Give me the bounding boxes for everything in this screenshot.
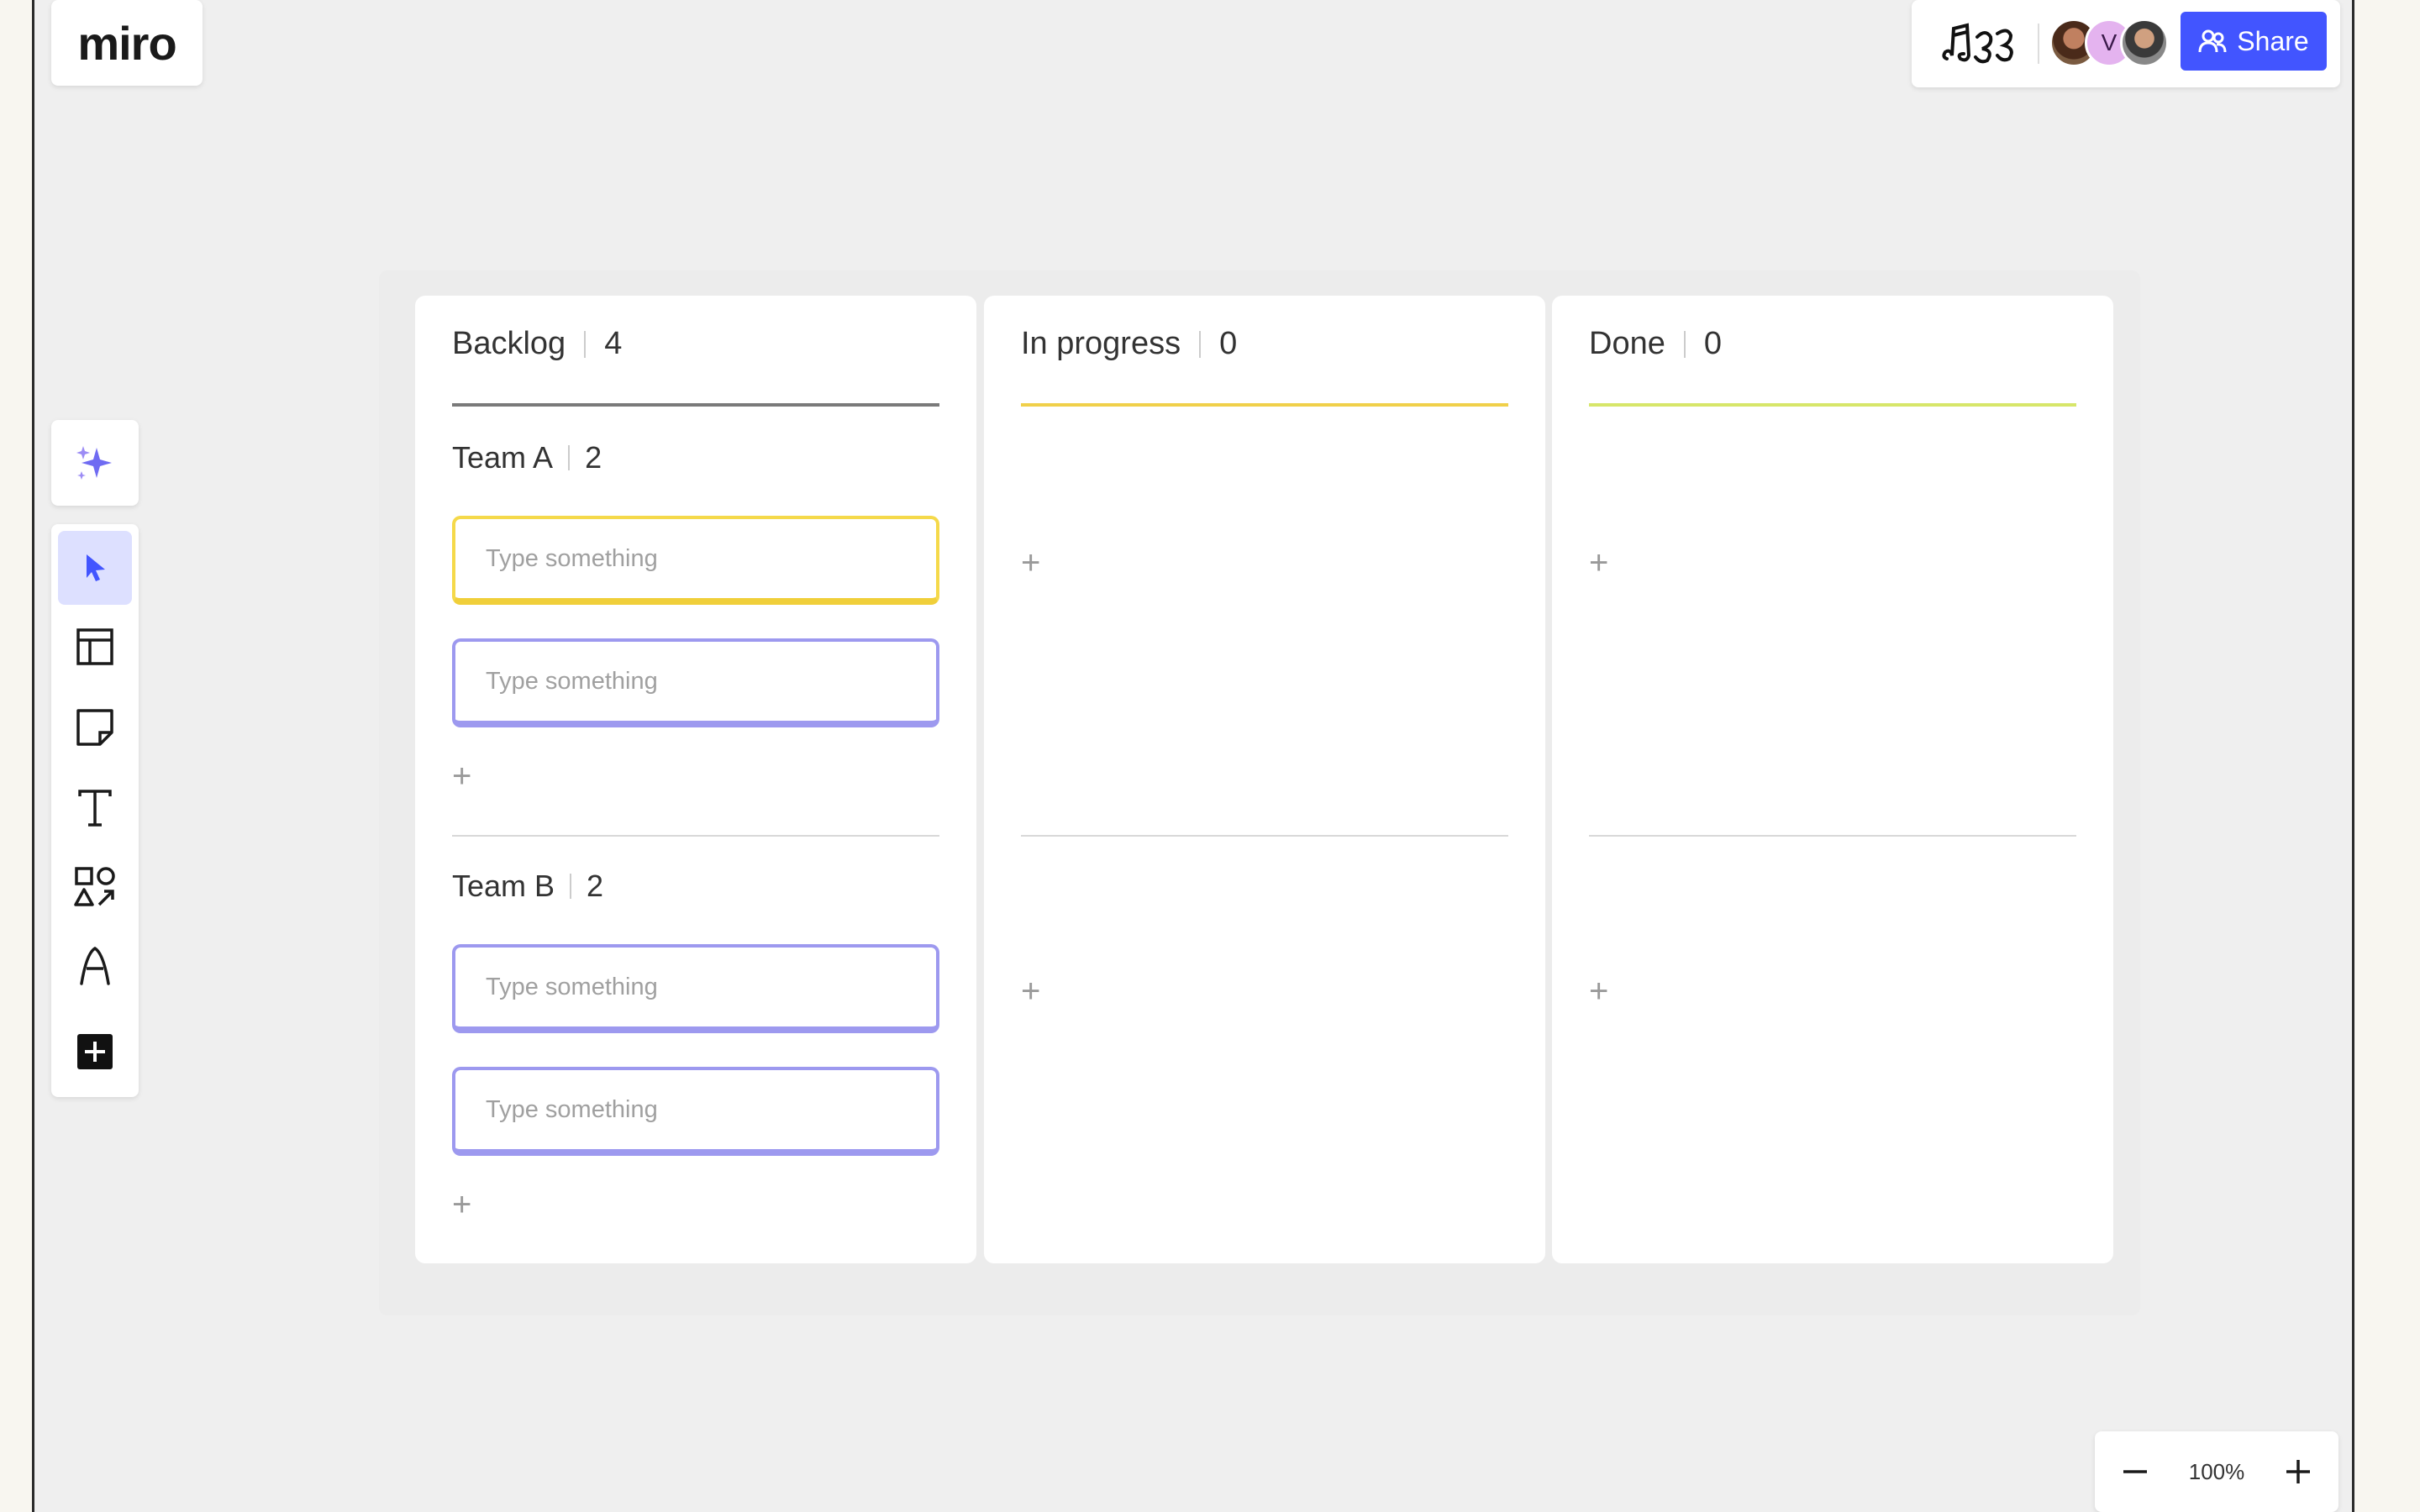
swimlane-divider bbox=[1021, 835, 1508, 837]
header-separator bbox=[570, 874, 572, 899]
logo-text: miro bbox=[77, 16, 176, 70]
more-tools-button[interactable] bbox=[58, 1015, 132, 1089]
header-separator bbox=[584, 330, 587, 358]
header-separator bbox=[1199, 330, 1202, 358]
swimlane-divider bbox=[452, 835, 939, 837]
shapes-icon bbox=[74, 867, 115, 906]
top-right-toolbar: V Share bbox=[1912, 0, 2340, 87]
column-count: 0 bbox=[1219, 326, 1238, 361]
column-done[interactable]: Done 0 + + bbox=[1552, 296, 2113, 1263]
swimlane-divider bbox=[1589, 835, 2076, 837]
ai-assist-button[interactable] bbox=[51, 420, 139, 506]
sparkles-icon bbox=[76, 446, 112, 480]
app-window: miro V Share Backlog 4 Team A 2 Type som… bbox=[32, 0, 2354, 1512]
avatar-initial: V bbox=[2101, 29, 2118, 55]
column-count: 0 bbox=[1703, 326, 1722, 361]
column-accent-line bbox=[1021, 403, 1508, 407]
column-header: Done 0 bbox=[1589, 326, 1722, 362]
header-separator bbox=[1683, 330, 1686, 358]
column-in-progress[interactable]: In progress 0 + + bbox=[984, 296, 1545, 1263]
column-accent-line bbox=[1589, 403, 2076, 407]
card-placeholder: Type something bbox=[486, 1095, 658, 1123]
add-card-plus-icon[interactable]: + bbox=[1589, 546, 1608, 580]
card[interactable]: Type something bbox=[452, 944, 939, 1033]
layout-icon bbox=[76, 628, 113, 665]
share-label: Share bbox=[2237, 25, 2309, 56]
card[interactable]: Type something bbox=[452, 638, 939, 727]
zoom-control: 100% bbox=[2095, 1431, 2338, 1512]
card[interactable]: Type something bbox=[452, 516, 939, 605]
zoom-out-icon[interactable] bbox=[2120, 1457, 2150, 1487]
sticky-note-icon bbox=[76, 709, 113, 746]
zoom-in-icon[interactable] bbox=[2283, 1457, 2313, 1487]
column-title[interactable]: In progress bbox=[1021, 326, 1181, 362]
cursor-icon bbox=[87, 554, 105, 581]
column-accent-line bbox=[452, 403, 939, 407]
card-placeholder: Type something bbox=[486, 544, 658, 572]
swimlane-count: 2 bbox=[587, 869, 604, 903]
swimlane-title[interactable]: Team A bbox=[452, 440, 553, 475]
avatar-user-3[interactable] bbox=[2120, 18, 2169, 67]
templates-tool[interactable] bbox=[58, 610, 132, 684]
column-backlog[interactable]: Backlog 4 Team A 2 Type something Type s… bbox=[415, 296, 976, 1263]
plus-box-icon bbox=[77, 1034, 113, 1069]
add-card-plus-icon[interactable]: + bbox=[1589, 974, 1608, 1008]
header-separator bbox=[568, 445, 571, 470]
card-placeholder: Type something bbox=[486, 973, 658, 1000]
swimlane-header-team-a: Team A 2 bbox=[452, 440, 602, 475]
add-card-plus-icon[interactable]: + bbox=[1021, 974, 1040, 1008]
left-toolbar bbox=[51, 524, 139, 1097]
text-tool[interactable] bbox=[58, 771, 132, 845]
share-button[interactable]: Share bbox=[2181, 12, 2327, 71]
column-title[interactable]: Done bbox=[1589, 326, 1665, 362]
select-tool[interactable] bbox=[58, 531, 132, 605]
add-card-plus-icon[interactable]: + bbox=[452, 1188, 471, 1221]
pen-tool[interactable] bbox=[58, 929, 132, 1003]
card[interactable]: Type something bbox=[452, 1067, 939, 1156]
kanban-board[interactable]: Backlog 4 Team A 2 Type something Type s… bbox=[379, 270, 2140, 1315]
sticky-note-tool[interactable] bbox=[58, 690, 132, 764]
column-header: In progress 0 bbox=[1021, 326, 1237, 362]
swimlane-header-team-b: Team B 2 bbox=[452, 869, 603, 904]
card-placeholder: Type something bbox=[486, 667, 658, 695]
add-card-plus-icon[interactable]: + bbox=[452, 759, 471, 793]
drawing-collab-icon[interactable] bbox=[1939, 18, 2023, 69]
column-title[interactable]: Backlog bbox=[452, 326, 566, 362]
column-count: 4 bbox=[604, 326, 623, 361]
users-icon bbox=[2198, 29, 2227, 53]
text-icon bbox=[78, 790, 112, 827]
swimlane-title[interactable]: Team B bbox=[452, 869, 555, 904]
pen-icon bbox=[80, 946, 110, 985]
swimlane-count: 2 bbox=[585, 440, 602, 475]
column-header: Backlog 4 bbox=[452, 326, 622, 362]
toolbar-divider bbox=[2038, 24, 2039, 64]
zoom-level[interactable]: 100% bbox=[2189, 1459, 2245, 1485]
add-card-plus-icon[interactable]: + bbox=[1021, 546, 1040, 580]
miro-logo[interactable]: miro bbox=[51, 0, 203, 86]
shapes-tool[interactable] bbox=[58, 850, 132, 924]
